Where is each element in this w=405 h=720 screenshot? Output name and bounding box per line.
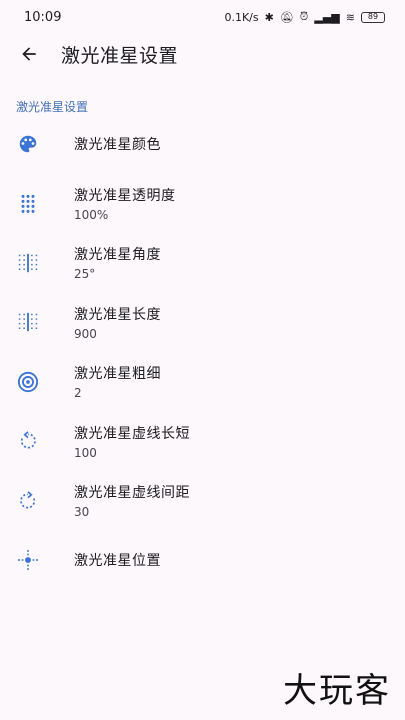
alarm-icon: ⏰︎ bbox=[299, 10, 309, 23]
setting-value: 25° bbox=[74, 267, 96, 282]
palette-icon bbox=[16, 132, 40, 156]
battery-level: 89 bbox=[367, 12, 379, 21]
setting-title: 激光准星颜色 bbox=[74, 136, 161, 153]
watermark-logo: 大玩客 bbox=[283, 671, 391, 711]
setting-value: 900 bbox=[74, 326, 97, 341]
setting-item-dash-gap[interactable]: 激光准星虚线间距 30 bbox=[0, 471, 405, 531]
rotate-left-icon bbox=[16, 429, 40, 453]
setting-title: 激光准星位置 bbox=[74, 553, 161, 570]
setting-item-opacity[interactable]: 激光准星透明度 100% bbox=[0, 174, 405, 234]
wifi-icon: ≋ bbox=[345, 10, 355, 24]
bluetooth-icon: ✱ bbox=[264, 10, 274, 24]
setting-title: 激光准星粗细 bbox=[74, 366, 161, 383]
status-time: 10:09 bbox=[24, 9, 62, 25]
status-icons: 0.1K/s ✱ 🔕︎ ⏰︎ ▂▄▆ ≋ 89 bbox=[224, 10, 385, 24]
app-bar: 激光准星设置 bbox=[0, 34, 405, 74]
setting-title: 激光准星角度 bbox=[74, 247, 161, 264]
back-button[interactable] bbox=[17, 42, 41, 66]
settings-list: 激光准星颜色 激光准星透明度 100% 激光准星角度 25° 激光准星长度 90… bbox=[0, 114, 405, 590]
network-speed: 0.1K/s bbox=[224, 10, 259, 24]
setting-value: 30 bbox=[74, 505, 90, 520]
battery-icon: 89 bbox=[361, 11, 385, 23]
setting-item-length[interactable]: 激光准星长度 900 bbox=[0, 293, 405, 353]
dotted-lines-icon bbox=[16, 251, 40, 275]
setting-title: 激光准星长度 bbox=[74, 306, 161, 323]
section-header: 激光准星设置 bbox=[16, 100, 89, 114]
target-icon bbox=[16, 370, 40, 394]
setting-title: 激光准星虚线长短 bbox=[74, 425, 190, 442]
setting-item-dash-length[interactable]: 激光准星虚线长短 100 bbox=[0, 412, 405, 472]
dots-grid-icon bbox=[16, 191, 40, 215]
arrow-left-icon bbox=[22, 47, 36, 61]
page-title: 激光准星设置 bbox=[61, 44, 179, 67]
dotted-lines-icon bbox=[16, 310, 40, 334]
mute-icon: 🔕︎ bbox=[279, 10, 294, 24]
setting-item-color[interactable]: 激光准星颜色 bbox=[0, 114, 405, 174]
setting-title: 激光准星透明度 bbox=[74, 187, 176, 204]
setting-value: 100% bbox=[74, 207, 109, 222]
rotate-right-icon bbox=[16, 489, 40, 513]
setting-value: 2 bbox=[74, 386, 82, 401]
setting-item-position[interactable]: 激光准星位置 bbox=[0, 531, 405, 591]
setting-item-thickness[interactable]: 激光准星粗细 2 bbox=[0, 352, 405, 412]
status-bar: 10:09 0.1K/s ✱ 🔕︎ ⏰︎ ▂▄▆ ≋ 89 bbox=[0, 0, 405, 34]
crosshair-icon bbox=[16, 548, 40, 572]
setting-item-angle[interactable]: 激光准星角度 25° bbox=[0, 233, 405, 293]
signal-icon: ▂▄▆ bbox=[314, 10, 340, 24]
setting-value: 100 bbox=[74, 445, 97, 460]
setting-title: 激光准星虚线间距 bbox=[74, 485, 190, 502]
